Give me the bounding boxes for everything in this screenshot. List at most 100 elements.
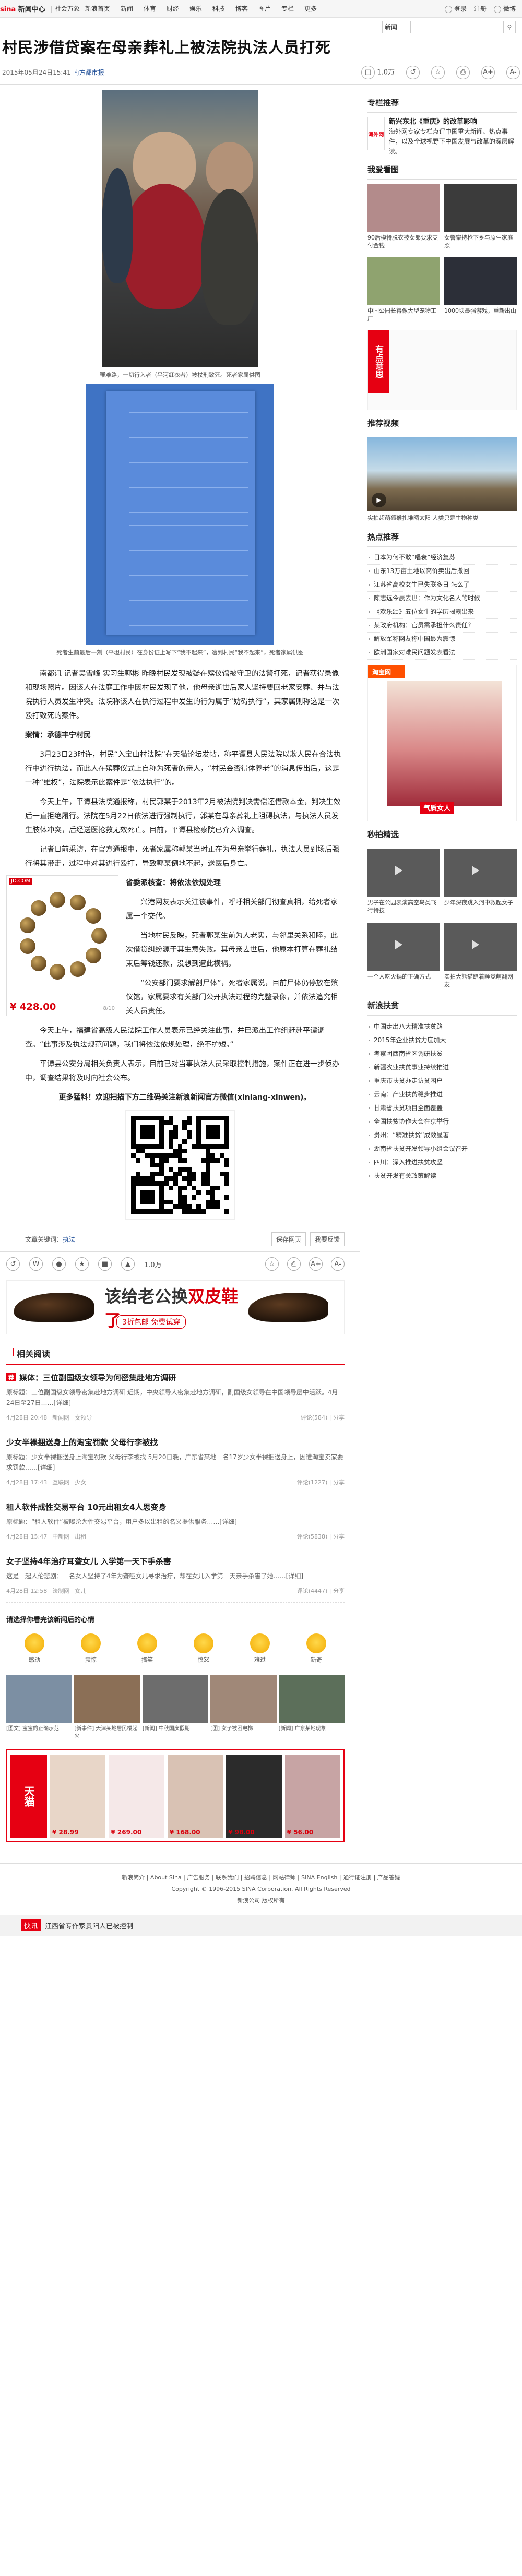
video-caption[interactable]: 一个人吃火锅的正确方式 [367, 971, 440, 985]
photo-caption[interactable]: 女警察持枪下乡与原生家庭照 [444, 232, 517, 253]
keyword-tag[interactable]: 执法 [63, 1235, 75, 1244]
related-item[interactable]: 荐媒体：三位副国级女领导为何密集赴地方调研 原标题：三位副国级女领导密集赴地方调研… [6, 1365, 345, 1429]
related-title-text[interactable]: 媒体：三位副国级女领导为何密集赴地方调研 [19, 1373, 176, 1382]
picture-caption[interactable]: [图文] 宝宝的正确示范 [6, 1723, 72, 1733]
feedback-button[interactable]: 我要反馈 [310, 1232, 345, 1246]
poverty-news-item[interactable]: 云南：产业扶贫稳步推进 [367, 1088, 517, 1101]
related-keyword[interactable]: 女领导 [75, 1413, 92, 1422]
related-keyword[interactable]: 出租 [75, 1532, 86, 1541]
related-keyword[interactable]: 少女 [75, 1478, 86, 1486]
login-link[interactable]: 登录 [444, 4, 467, 13]
picture-caption[interactable]: [新事件] 天津某地居民楼起火 [74, 1723, 140, 1740]
related-comments[interactable]: 评论(1227) | 分享 [297, 1478, 345, 1486]
tmall-product[interactable]: ¥ 168.00 [167, 1755, 223, 1838]
video-item[interactable]: 实拍大熊猫趴着睡觉萌翻网友 [444, 923, 517, 993]
tmall-product[interactable]: ¥ 56.00 [284, 1755, 341, 1838]
video-thumbnail[interactable] [367, 923, 440, 971]
related-comments[interactable]: 评论(5838) | 分享 [297, 1532, 345, 1541]
share-button[interactable]: ↺ [406, 65, 420, 79]
related-title[interactable]: 少女半裸捆送身上的淘宝罚款 父母行李被找 [6, 1437, 345, 1448]
related-item[interactable]: 少女半裸捆送身上的淘宝罚款 父母行李被找 原标题：少女半裸捆送身上淘宝罚款 父母行… [6, 1429, 345, 1494]
picture-item[interactable]: [新闻] 中秋国庆假期 [142, 1675, 209, 1740]
related-item[interactable]: 女子坚持4年治疗耳聋女儿 入学第一天下手杀害 这是一起人伦悲剧：一名女人坚持了4年… [6, 1548, 345, 1603]
video-thumbnail[interactable]: ▶ [367, 437, 517, 511]
poverty-news-item[interactable]: 全国扶贫协作大会在京举行 [367, 1115, 517, 1128]
mood-option[interactable]: 新奇 [306, 1633, 326, 1664]
related-comments[interactable]: 评论(4447) | 分享 [297, 1587, 345, 1595]
nav-item[interactable]: 专栏 [281, 5, 294, 13]
renren-share-icon[interactable]: ▲ [121, 1257, 135, 1271]
hot-news-item[interactable]: 某政府机构：官员需承担什么责任？ [367, 619, 517, 633]
hot-news-item[interactable]: 日本为何不敢“唱衰”经济复苏 [367, 551, 517, 565]
douban-share-icon[interactable]: ■ [98, 1257, 112, 1271]
tmall-product[interactable]: ¥ 98.00 [226, 1755, 282, 1838]
mood-option[interactable]: 愤怒 [194, 1633, 213, 1664]
sidebar-ad[interactable]: 有点意思 [367, 330, 517, 410]
poverty-news-item[interactable]: 中国走出八大精准扶贫路 [367, 1020, 517, 1033]
hot-news-item[interactable]: 山东13万亩土地以高价卖出后撤回 [367, 565, 517, 578]
nav-item[interactable]: 更多 [304, 5, 317, 13]
photo-thumbnail[interactable] [444, 184, 517, 232]
nav-item[interactable]: 娱乐 [189, 5, 202, 13]
related-title-text[interactable]: 女子坚持4年治疗耳聋女儿 入学第一天下手杀害 [6, 1557, 171, 1566]
picture-item[interactable]: [新事件] 天津某地居民楼起火 [74, 1675, 140, 1740]
footer-links[interactable]: 新浪简介 | About Sina | 广告服务 | 联系我们 | 招聘信息 |… [0, 1872, 522, 1883]
weibo-share-icon[interactable]: W [29, 1257, 43, 1271]
protest-photo[interactable] [102, 90, 258, 367]
nav-item[interactable]: 体育 [144, 5, 156, 13]
related-title-text[interactable]: 租人软件成性交易平台 10元出租女4人思变身 [6, 1502, 167, 1512]
poverty-news-item[interactable]: 贵州：“精准扶贫”成效显著 [367, 1128, 517, 1142]
register-link[interactable]: 注册 [474, 4, 487, 13]
photo-thumbnail[interactable] [367, 184, 440, 232]
search-scope-select[interactable]: 新闻 [383, 21, 411, 33]
tmall-ad[interactable]: 天猫 ¥ 28.99 ¥ 269.00 ¥ 168.00 ¥ 98.00 ¥ 56.00 [6, 1749, 345, 1842]
document-photo[interactable] [86, 384, 274, 645]
video-thumbnail[interactable] [444, 923, 517, 971]
related-title-text[interactable]: 少女半裸捆送身上的淘宝罚款 父母行李被找 [6, 1438, 158, 1447]
font-size-small-icon[interactable]: A- [331, 1257, 345, 1271]
poverty-news-item[interactable]: 湖南省扶贫开发领导小组会议召开 [367, 1142, 517, 1155]
comment-button[interactable]: □ 1.0万 [361, 65, 395, 79]
hot-news-item[interactable]: 《欢乐颂》五位女生的学历揭露出来 [367, 605, 517, 619]
video-item[interactable]: 男子在公园表演高空鸟类飞行特技 [367, 849, 440, 919]
picture-caption[interactable]: [新闻] 中秋国庆假期 [143, 1723, 208, 1733]
nav-item[interactable]: 博客 [235, 5, 248, 13]
photo-caption[interactable]: 90后模特脱衣被女郎要求支付金钱 [367, 232, 440, 253]
photo-grid-item[interactable]: 女警察持枪下乡与原生家庭照 [444, 184, 517, 253]
tmall-product[interactable]: ¥ 269.00 [109, 1755, 164, 1838]
nav-item[interactable]: 新浪首页 [85, 5, 110, 13]
picture-thumbnail[interactable] [278, 1675, 345, 1723]
shoe-ad-banner[interactable]: 该给老公换双皮鞋了 3折包邮 免费试穿 [6, 1280, 345, 1334]
related-title[interactable]: 荐媒体：三位副国级女领导为何密集赴地方调研 [6, 1372, 345, 1383]
ticker-text[interactable]: 江西省专作家贵阳人已被控制 [45, 1921, 133, 1930]
hot-news-item[interactable]: 陈志远今晨去世：作为文化名人的时候 [367, 592, 517, 605]
nav-item[interactable]: 财经 [167, 5, 179, 13]
poverty-news-item[interactable]: 考察团西南省区调研扶贫 [367, 1047, 517, 1060]
picture-thumbnail[interactable] [74, 1675, 140, 1723]
picture-item[interactable]: [新闻] 广东某地现象 [278, 1675, 345, 1740]
related-item[interactable]: 租人软件成性交易平台 10元出租女4人思变身 原标题：“租人软件”被曝沦为性交易平… [6, 1494, 345, 1548]
taobao-ad[interactable]: 淘宝网 气质女人 [367, 665, 517, 821]
photo-caption[interactable]: 中国公园长得像大型宠物工厂 [367, 305, 440, 326]
hot-news-item[interactable]: 欧洲国家对难民问题发表看法 [367, 646, 517, 660]
photo-grid-item[interactable]: 中国公园长得像大型宠物工厂 [367, 257, 440, 326]
nav-item[interactable]: 图片 [258, 5, 271, 13]
wechat-share-icon[interactable]: ● [52, 1257, 66, 1271]
video-caption[interactable]: 实拍超萌狐猴扎堆晒太阳 人类只是生物种类 [367, 511, 517, 524]
picture-caption[interactable]: [图] 女子被困电梯 [210, 1723, 276, 1733]
mood-option[interactable]: 难过 [250, 1633, 270, 1664]
qzone-share-icon[interactable]: ★ [75, 1257, 89, 1271]
print-button[interactable]: ⎙ [456, 65, 470, 79]
hot-news-item[interactable]: 江苏省高校女生已失联多日 怎么了 [367, 578, 517, 592]
poverty-news-item[interactable]: 四川：深入推进扶贫攻坚 [367, 1155, 517, 1169]
video-caption[interactable]: 男子在公园表演高空鸟类飞行特技 [367, 897, 440, 919]
related-title[interactable]: 女子坚持4年治疗耳聋女儿 入学第一天下手杀害 [6, 1556, 345, 1567]
favorite-button[interactable]: ☆ [431, 65, 445, 79]
poverty-news-item[interactable]: 新疆农业扶贫事业持续推进 [367, 1060, 517, 1074]
search-input[interactable] [410, 21, 503, 33]
nav-item[interactable]: 科技 [212, 5, 225, 13]
poverty-news-item[interactable]: 2015年企业扶贫力度加大 [367, 1033, 517, 1047]
mood-option[interactable]: 搞笑 [137, 1633, 157, 1664]
video-thumbnail[interactable] [367, 849, 440, 897]
photo-thumbnail[interactable] [444, 257, 517, 305]
